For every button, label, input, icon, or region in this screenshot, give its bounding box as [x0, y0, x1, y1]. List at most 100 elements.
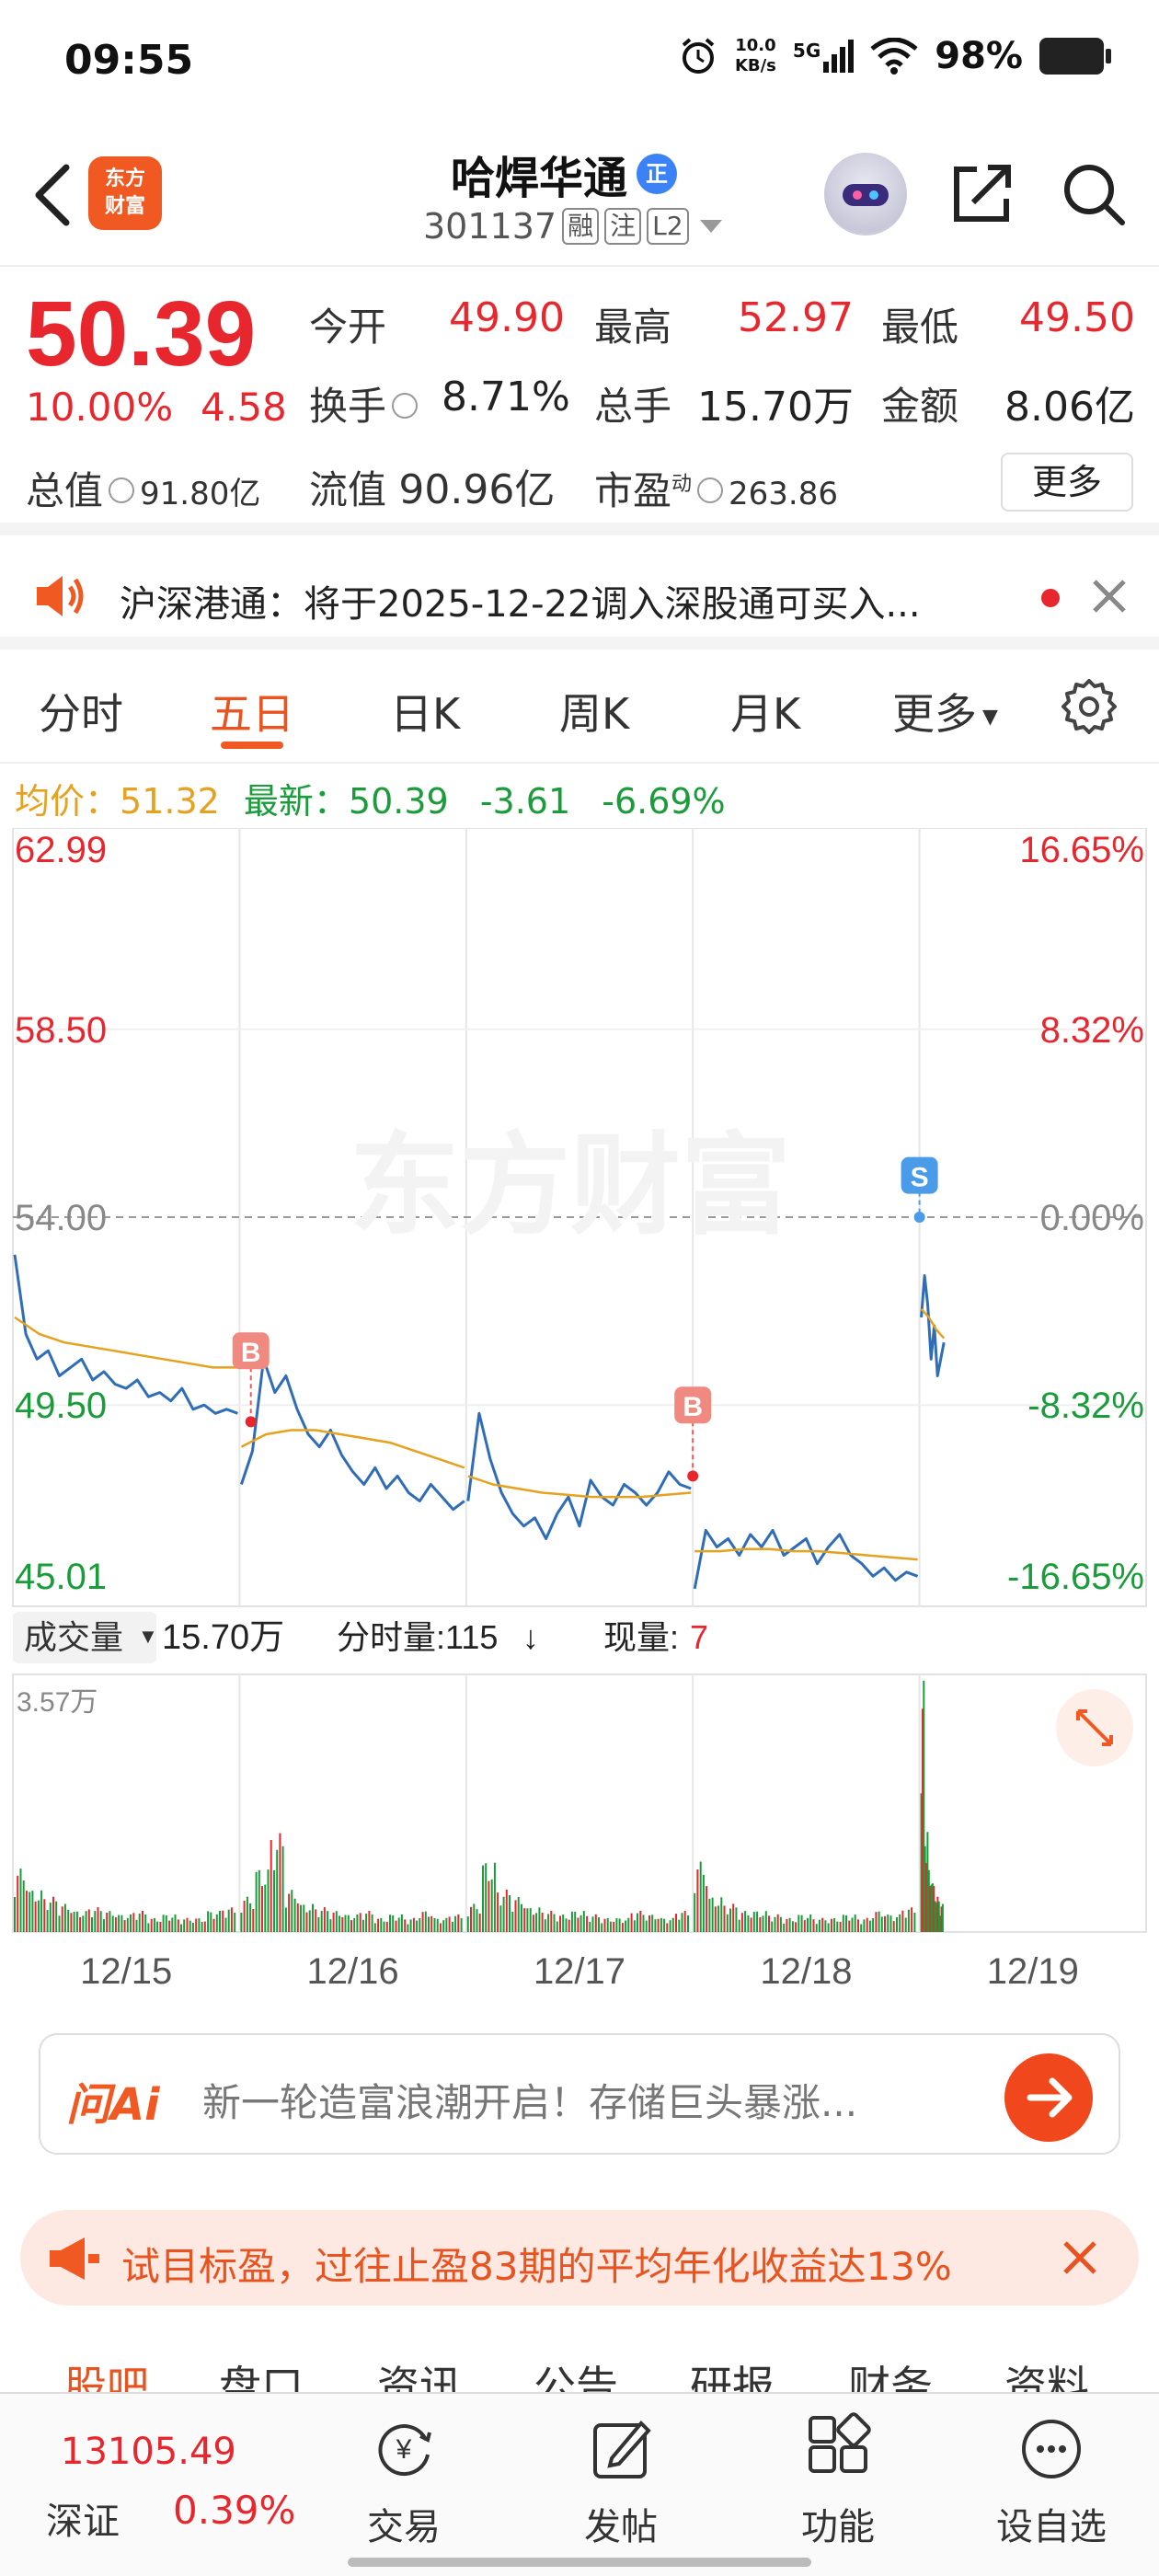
info-icon[interactable] — [109, 477, 135, 503]
status-time: 09:55 — [64, 37, 194, 84]
stock-code: 301137 — [423, 206, 557, 247]
tab-five-day[interactable]: 五日 — [210, 681, 294, 742]
status-bar: 09:55 10.0 KB/s 5G 98% — [0, 0, 1159, 129]
pe-superscript: 动 — [671, 473, 693, 496]
nav-trade-label: 交易 — [367, 2506, 441, 2548]
volume-label[interactable]: 成交量 — [24, 1618, 123, 1656]
speaker-icon — [37, 576, 84, 616]
stock-name: 哈焊华通 — [451, 153, 628, 204]
tab-more[interactable]: 更多 ▼ — [892, 681, 998, 742]
share-icon[interactable] — [946, 156, 1019, 230]
marker-dot — [245, 1416, 257, 1428]
stock-code-row[interactable]: 301137 融 注 L2 — [423, 206, 722, 247]
volume-panel-border — [12, 1673, 1147, 1933]
more-dots-icon — [1022, 2420, 1081, 2478]
search-icon[interactable] — [1056, 156, 1130, 230]
low-value: 49.50 — [1019, 294, 1135, 341]
price-change: 10.00% 4.58 — [26, 385, 287, 430]
gear-icon[interactable] — [1060, 677, 1119, 736]
battery-level: 98% — [935, 35, 1023, 77]
open-label: 今开 — [309, 305, 387, 350]
price-line — [239, 1357, 465, 1512]
ai-assistant-icon[interactable] — [824, 153, 907, 236]
info-tabs: 股吧 盘口 资讯 公告 研报 财务 资料 — [0, 2326, 1159, 2399]
five-day-chart[interactable]: 东方财富 B B S 62.99 16.65% 58.50 8.32% 54.00 0.00%… — [0, 827, 1159, 2006]
marker-dot — [913, 1212, 925, 1223]
mktcap-label: 总值 91.80亿 — [26, 460, 260, 516]
close-icon[interactable] — [1089, 576, 1130, 616]
avg-price-line — [240, 1429, 465, 1469]
y-axis-right-label: 16.65% — [1019, 830, 1144, 870]
notice-bar[interactable]: 沪深港通：将于2025-12-22调入深股通可买入... — [0, 548, 1159, 650]
caret-down-icon: ▼ — [982, 706, 998, 729]
y-axis-left-label: 54.00 — [15, 1198, 107, 1238]
signal-label: 5G — [792, 40, 821, 62]
tag-level2: L2 — [647, 208, 689, 245]
tag-margin: 融 — [562, 208, 600, 245]
brand-logo[interactable]: 东方 财富 — [88, 156, 162, 230]
y-axis-right-label: -8.32% — [1027, 1386, 1144, 1426]
price-line — [693, 1528, 919, 1590]
stock-title[interactable]: 哈焊华通 正 — [451, 142, 678, 206]
tab-intraday[interactable]: 分时 — [39, 681, 123, 742]
net-speed: 10.0 KB/s — [735, 36, 776, 76]
x-axis-label: 12/18 — [760, 1951, 852, 1992]
more-button[interactable]: 更多 — [1001, 453, 1133, 512]
tab-more-label: 更多 — [892, 689, 977, 739]
tab-weekly-k[interactable]: 周K — [559, 681, 629, 742]
float-value: 90.96亿 — [398, 466, 556, 513]
avg-value: 51.32 — [120, 781, 220, 822]
yen-cycle-icon: ¥ — [378, 2424, 431, 2476]
expand-icon[interactable] — [1056, 1689, 1133, 1766]
tag-registered: 注 — [604, 208, 642, 245]
nav-trade[interactable]: ¥ 交易 — [335, 2412, 473, 2550]
high-label: 最高 — [594, 305, 672, 350]
active-tab-underline — [221, 742, 283, 749]
signal-icon: 5G — [792, 40, 855, 73]
tab-monthly-k[interactable]: 月K — [730, 681, 800, 742]
y-axis-right-label: 8.32% — [1040, 1010, 1144, 1051]
current-volume-value: 7 — [690, 1618, 708, 1656]
info-icon[interactable] — [392, 392, 419, 419]
close-icon[interactable] — [1060, 2237, 1100, 2278]
x-axis-label: 12/15 — [80, 1951, 172, 1992]
nav-add-watchlist[interactable]: 设自选 — [982, 2412, 1120, 2550]
nav-functions[interactable]: 功能 — [769, 2412, 907, 2550]
nav-post-label: 发帖 — [584, 2506, 658, 2548]
tab-daily-k[interactable]: 日K — [390, 681, 460, 742]
back-arrow-icon[interactable] — [26, 158, 81, 232]
turnover-label: 换手 — [309, 375, 423, 431]
latest-label: 最新： — [243, 781, 349, 822]
mktcap-value: 91.80亿 — [140, 476, 261, 512]
mktcap-label-text: 总值 — [26, 468, 104, 513]
avg-price-line — [14, 1316, 238, 1369]
alarm-icon — [682, 38, 715, 74]
promo-banner[interactable]: 试目标盈，过往止盈83期的平均年化收益达13% — [20, 2210, 1139, 2306]
y-axis-left-label: 45.01 — [15, 1557, 107, 1597]
net-speed-unit: KB/s — [734, 56, 776, 75]
chart-canvas[interactable]: 东方财富 B B S 62.99 16.65% 58.50 8.32% 54.00 0.00%… — [0, 827, 1159, 2006]
info-icon[interactable] — [697, 477, 724, 503]
nav-post[interactable]: 发帖 — [552, 2412, 690, 2550]
float-label: 流值 90.96亿 — [309, 456, 555, 515]
net-speed-value: 10.0 — [735, 36, 776, 55]
latest-percent: -6.69% — [602, 781, 726, 822]
index-name: 深证 — [46, 2501, 120, 2543]
float-label-text: 流值 — [309, 467, 387, 512]
latest-change: -3.61 — [479, 781, 571, 822]
pe-label-text: 市盈 — [594, 468, 672, 513]
ai-search-bar[interactable]: 问Ai 新一轮造富浪潮开启！存储巨头暴涨... — [39, 2033, 1120, 2155]
stock-header: 东方 财富 哈焊华通 正 301137 融 注 L2 — [0, 138, 1159, 267]
current-price: 50.39 — [26, 282, 257, 385]
volume-value: 15.70万 — [697, 384, 854, 431]
chart-tabs: 分时 五日 日K 周K 月K 更多 ▼ — [0, 662, 1159, 764]
nav-functions-label: 功能 — [801, 2506, 875, 2548]
x-axis-label: 12/17 — [534, 1951, 625, 1992]
nav-add-watchlist-label: 设自选 — [996, 2506, 1107, 2548]
ai-submit-button[interactable] — [1004, 2053, 1093, 2142]
index-percent: 0.39% — [173, 2488, 296, 2533]
y-axis-left-label: 49.50 — [15, 1386, 107, 1426]
caret-down-icon: ▼ — [138, 1625, 158, 1648]
avg-price-line — [694, 1547, 918, 1561]
y-axis-right-label: 0.00% — [1040, 1198, 1144, 1238]
